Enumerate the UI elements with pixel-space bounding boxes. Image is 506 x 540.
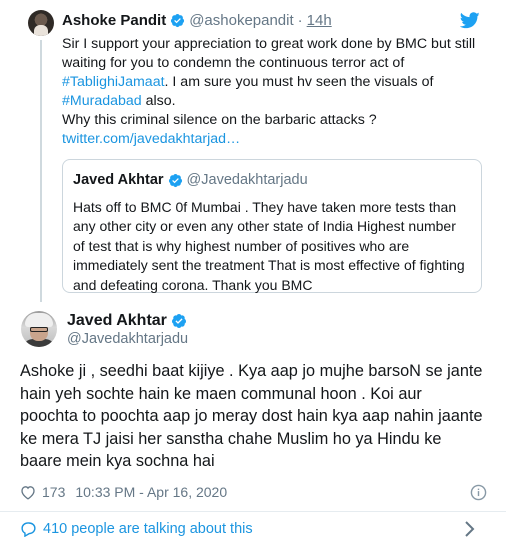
- verified-badge-icon: [171, 13, 185, 28]
- author-name[interactable]: Javed Akhtar: [67, 312, 167, 330]
- author-name: Javed Akhtar: [73, 172, 164, 188]
- tweet-text-line: #Muradabad also.: [62, 92, 482, 111]
- tweet-time[interactable]: 14h: [307, 12, 332, 29]
- tweet-text-line: any other city or even any other state o…: [73, 218, 456, 235]
- tweet-text-line: poochta to poochta aap jo meray dost hai…: [20, 407, 483, 426]
- tweet-text-line: ke mera TJ jaisi her sanstha chahe Musli…: [20, 429, 442, 448]
- tweet-text-line: Why this criminal silence on the barbari…: [62, 111, 482, 130]
- verified-badge-icon: [171, 314, 186, 328]
- text-span: Sir I support your appreciation to great…: [62, 36, 476, 52]
- quoted-tweet-text: Hats off to BMC 0f Mumbai . They have ta…: [73, 198, 477, 295]
- tweet-text-line: Sir I support your appreciation to great…: [62, 35, 482, 54]
- time-separator: ·: [297, 12, 303, 29]
- verified-badge-icon: [168, 173, 182, 187]
- tweet-text-line: waiting for you to condemn the continuou…: [62, 54, 482, 73]
- author-handle[interactable]: @Javedakhtarjadu: [67, 331, 188, 347]
- main-tweet-text: Ashoke ji , seedhi baat kijiye . Kya aap…: [20, 360, 490, 473]
- tweet-text-line: Ashoke ji , seedhi baat kijiye . Kya aap…: [20, 362, 483, 380]
- conversation-link[interactable]: 410 people are talking about this: [20, 521, 253, 537]
- author-name[interactable]: Ashoke Pandit: [62, 12, 166, 29]
- tweet-meta: 173 10:33 PM - Apr 16, 2020: [20, 484, 227, 500]
- parent-tweet-header: Ashoke Pandit @ashokepandit · 14h: [62, 12, 332, 29]
- chevron-right-icon[interactable]: [464, 520, 476, 538]
- tweet-timestamp[interactable]: 10:33 PM - Apr 16, 2020: [75, 484, 227, 500]
- main-tweet-author[interactable]: Javed Akhtar: [67, 312, 191, 330]
- parent-tweet-text: Sir I support your appreciation to great…: [62, 35, 482, 149]
- tweet-text-line: immediately sent the treatment That is m…: [73, 257, 465, 274]
- text-span: also.: [141, 93, 176, 109]
- url-link[interactable]: twitter.com/javedakhtarjad…: [62, 131, 240, 147]
- hashtag-link[interactable]: #TablighiJamaat: [62, 74, 165, 90]
- author-handle[interactable]: @ashokepandit: [189, 12, 293, 29]
- heart-icon[interactable]: [20, 485, 36, 500]
- tweet-text-line: hain yeh sochte hain ke maen communal ho…: [20, 384, 422, 403]
- tweet-text-line: twitter.com/javedakhtarjad…: [62, 130, 482, 149]
- author-handle: @Javedakhtarjadu: [186, 172, 308, 188]
- tweet-text-line: Hats off to BMC 0f Mumbai . They have ta…: [73, 199, 457, 215]
- comment-bubble-icon: [21, 522, 36, 537]
- tweet-text-line: of test that is why highest number of po…: [73, 237, 410, 254]
- thread-line: [40, 40, 42, 302]
- avatar-shape: [30, 327, 48, 332]
- talking-about-label: 410 people are talking about this: [43, 521, 253, 537]
- tweet-text-line: #TablighiJamaat. I am sure you must hv s…: [62, 73, 482, 92]
- text-span: . I am sure you must hv seen the visuals…: [164, 74, 434, 90]
- avatar[interactable]: [28, 10, 54, 36]
- parent-tweet[interactable]: Ashoke Pandit @ashokepandit · 14h Sir I …: [0, 0, 506, 302]
- like-count[interactable]: 173: [42, 484, 65, 500]
- tweet-embed-card: Ashoke Pandit @ashokepandit · 14h Sir I …: [0, 0, 506, 540]
- twitter-bird-icon[interactable]: [460, 12, 480, 29]
- text-span: Why this criminal silence on the barbari…: [62, 112, 377, 128]
- info-icon[interactable]: [470, 484, 487, 501]
- hashtag-link[interactable]: #Muradabad: [62, 93, 142, 109]
- text-span: waiting for you to condemn the continuou…: [62, 55, 405, 71]
- quoted-tweet[interactable]: Javed Akhtar @Javedakhtarjadu Hats off t…: [62, 159, 482, 293]
- divider: [0, 511, 506, 512]
- tweet-text-line: baare mein kya sochna hai: [20, 452, 215, 471]
- avatar-shape: [25, 313, 53, 327]
- avatar[interactable]: [21, 311, 57, 347]
- quoted-tweet-header: Javed Akhtar @Javedakhtarjadu: [73, 172, 308, 188]
- tweet-text-line: and defeating corona. Thank you BMC: [73, 276, 313, 293]
